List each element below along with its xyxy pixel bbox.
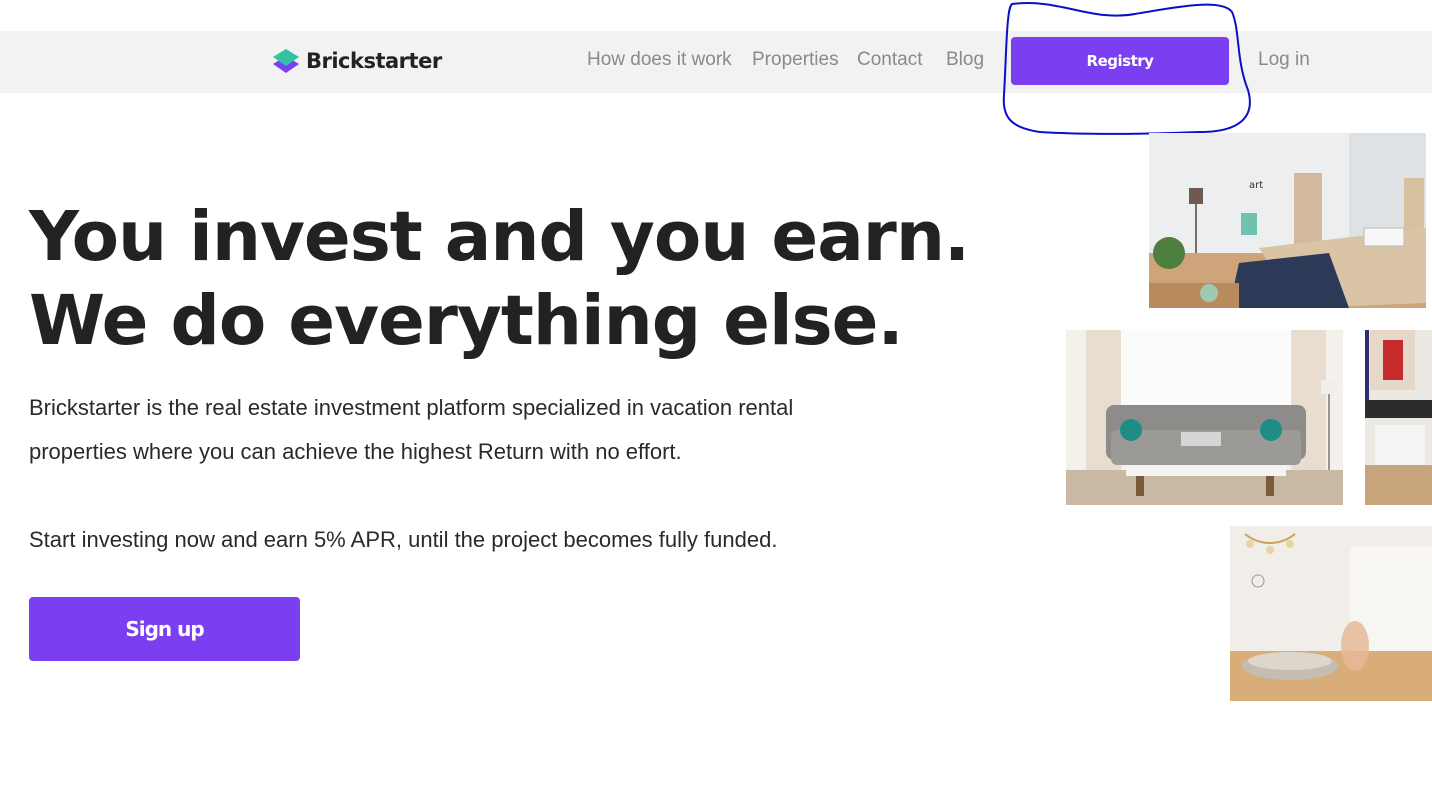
nav-link-properties[interactable]: Properties bbox=[752, 49, 839, 71]
hero-description: Brickstarter is the real estate investme… bbox=[29, 395, 794, 464]
white-room-photo bbox=[1230, 526, 1432, 701]
registry-button[interactable]: Registry bbox=[1011, 37, 1229, 85]
headline-line-1: You invest and you earn. bbox=[29, 197, 970, 277]
signup-button[interactable]: Sign up bbox=[29, 597, 300, 661]
nav-link-how-it-works[interactable]: How does it work bbox=[587, 49, 732, 71]
brand-name: Brickstarter bbox=[306, 49, 442, 73]
nav-link-contact[interactable]: Contact bbox=[857, 49, 922, 71]
nav-link-blog[interactable]: Blog bbox=[946, 49, 984, 71]
brand-logo[interactable]: Brickstarter bbox=[272, 47, 442, 75]
headline-line-2: We do everything else. bbox=[29, 281, 904, 361]
dining-photo bbox=[1365, 330, 1432, 505]
svg-text:art: art bbox=[1249, 180, 1263, 191]
login-link[interactable]: Log in bbox=[1258, 49, 1310, 71]
logo-icon bbox=[273, 49, 299, 73]
bedroom-photo: art bbox=[1149, 133, 1426, 308]
hero-headline: You invest and you earn. We do everythin… bbox=[29, 195, 970, 363]
hero-apr-text: Start investing now and earn 5% APR, unt… bbox=[29, 527, 778, 552]
living-room-photo bbox=[1066, 330, 1343, 505]
